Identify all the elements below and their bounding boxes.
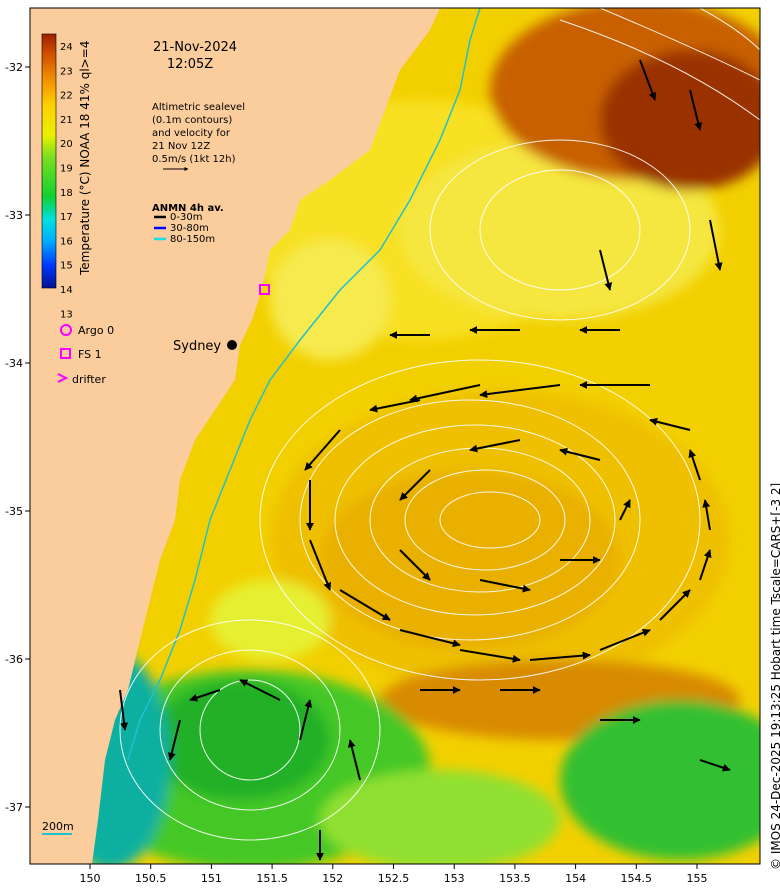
colorbar-tick-label: 18 <box>60 188 73 199</box>
y-tick-label: -32 <box>5 61 23 74</box>
colorbar-tick-label: 14 <box>60 285 73 296</box>
legend-drifter: drifter <box>72 373 106 386</box>
anmn-label: 0-30m <box>170 212 202 223</box>
colorbar-tick-label: 19 <box>60 164 73 175</box>
time-label: 12:05Z <box>167 57 213 72</box>
sst-map: 150 150.5 151 151.5 152 152.5 153 153.5 154 154.5… <box>5 7 780 885</box>
city-label: Sydney <box>173 339 221 354</box>
x-tick-label: 151 <box>201 872 222 885</box>
y-axis-ticks: -32 -33 -34 -35 -36 -37 <box>5 61 30 814</box>
colorbar-tick-label: 24 <box>60 42 73 53</box>
x-tick-label: 152 <box>322 872 343 885</box>
colorbar-tick-label: 15 <box>60 261 73 272</box>
y-tick-label: -34 <box>5 357 23 370</box>
y-tick-label: -33 <box>5 209 23 222</box>
colorbar-label: Temperature (°C) NOAA 18 41% ql>=4 <box>78 41 92 276</box>
colorbar-tick-label: 13 <box>60 309 73 320</box>
anmn-label: 80-150m <box>170 234 215 245</box>
anmn-label: 30-80m <box>170 223 209 234</box>
description-line: 21 Nov 12Z <box>152 141 210 152</box>
sydney-marker-icon <box>227 340 237 350</box>
x-axis-ticks: 150 150.5 151 151.5 152 152.5 153 153.5 154 154.5… <box>80 864 708 885</box>
x-tick-label: 154 <box>565 872 586 885</box>
colorbar-tick-label: 22 <box>60 91 73 102</box>
legend-fs: FS 1 <box>78 348 102 361</box>
x-tick-label: 153 <box>444 872 465 885</box>
credit-text: © IMOS 24-Dec-2025 19:13:25 Hobart time … <box>769 483 780 870</box>
x-tick-label: 150 <box>80 872 101 885</box>
x-tick-label: 150.5 <box>135 872 167 885</box>
colorbar-tick-label: 17 <box>60 212 73 223</box>
description-line: 0.5m/s (1kt 12h) <box>152 154 236 165</box>
colorbar-tick-label: 21 <box>60 115 73 126</box>
description-line: and velocity for <box>152 128 231 139</box>
x-tick-label: 151.5 <box>256 872 288 885</box>
x-tick-label: 154.5 <box>621 872 653 885</box>
y-tick-label: -36 <box>5 653 23 666</box>
sst-field <box>30 8 760 864</box>
depth-label: 200m <box>42 820 74 833</box>
colorbar-tick-label: 16 <box>60 236 73 247</box>
x-tick-label: 153.5 <box>499 872 531 885</box>
legend-argo: Argo 0 <box>78 324 114 337</box>
colorbar-tick-label: 23 <box>60 66 73 77</box>
y-tick-label: -35 <box>5 505 23 518</box>
description-line: Altimetric sealevel <box>152 102 245 113</box>
description-line: (0.1m contours) <box>152 115 232 126</box>
x-tick-label: 152.5 <box>378 872 410 885</box>
colorbar-tick-label: 20 <box>60 139 73 150</box>
x-tick-label: 155 <box>687 872 708 885</box>
y-tick-label: -37 <box>5 801 23 814</box>
date-label: 21-Nov-2024 <box>153 40 237 55</box>
